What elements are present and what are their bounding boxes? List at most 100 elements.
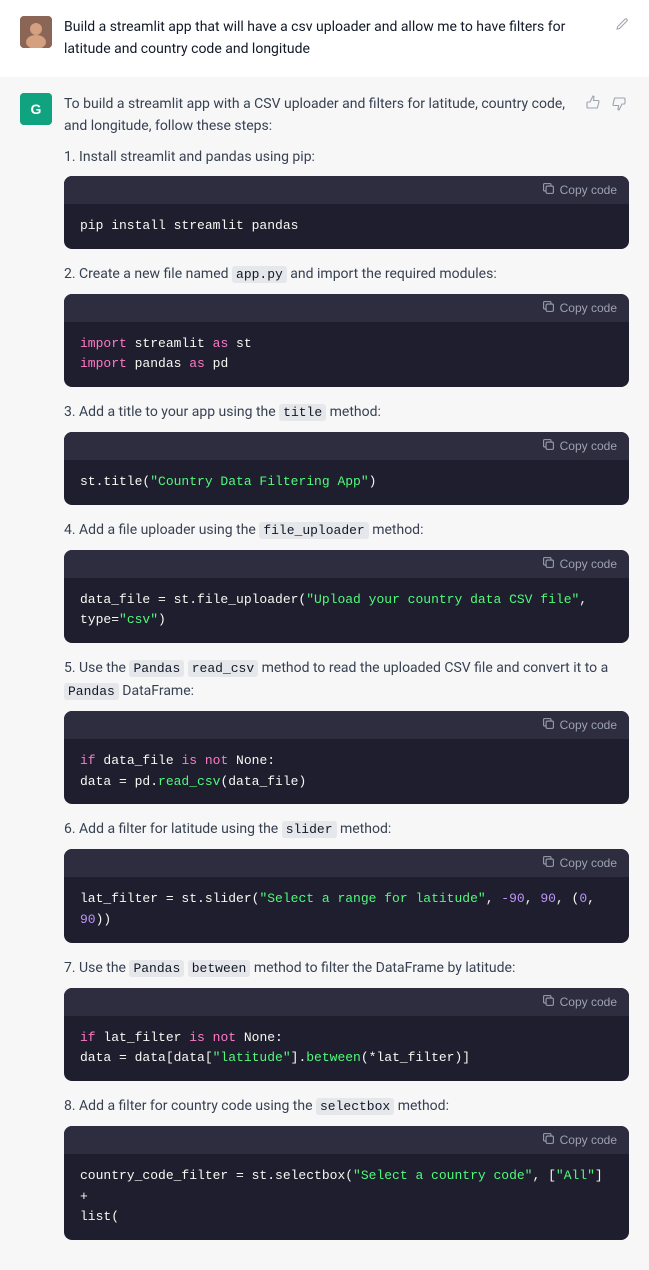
step-8: 8. Add a filter for country code using t… [64, 1095, 629, 1240]
copy-label-4: Copy code [560, 557, 617, 571]
step-5-inline-code-1: Pandas [129, 660, 184, 677]
code-header-6: Copy code [64, 849, 629, 877]
step-4-text: 4. Add a file uploader using the file_up… [64, 519, 629, 542]
code-header-4: Copy code [64, 550, 629, 578]
code-header-2: Copy code [64, 294, 629, 322]
copy-label-8: Copy code [560, 1133, 617, 1147]
code-block-7: Copy code if lat_filter is not None: dat… [64, 988, 629, 1082]
code-block-2: Copy code import streamlit as st import … [64, 294, 629, 388]
step-8-inline-code: selectbox [316, 1098, 394, 1115]
step-5-desc-after: method to read the uploaded CSV file and… [258, 660, 608, 676]
step-3-desc-after: method: [326, 404, 381, 420]
step-5-inline-code-2: read_csv [188, 660, 258, 677]
step-1-desc: Install streamlit and pandas using pip: [79, 149, 315, 165]
code-body-6: lat_filter = st.slider("Select a range f… [64, 877, 629, 943]
step-2-inline-code: app.py [232, 266, 287, 283]
thumbs-down-button[interactable] [609, 93, 629, 117]
step-8-number: 8. [64, 1098, 79, 1114]
code-body-5: if data_file is not None: data = pd.read… [64, 739, 629, 805]
thumbs-up-button[interactable] [583, 93, 603, 117]
assistant-message-actions [583, 93, 629, 117]
copy-icon-4 [542, 556, 555, 572]
step-2: 2. Create a new file named app.py and im… [64, 263, 629, 387]
copy-button-8[interactable]: Copy code [542, 1132, 617, 1148]
copy-icon-3 [542, 438, 555, 454]
user-message: Build a streamlit app that will have a c… [0, 0, 649, 77]
copy-icon-6 [542, 855, 555, 871]
copy-label-1: Copy code [560, 183, 617, 197]
copy-icon-1 [542, 182, 555, 198]
copy-button-4[interactable]: Copy code [542, 556, 617, 572]
code-header-8: Copy code [64, 1126, 629, 1154]
step-5-desc-end: DataFrame: [119, 683, 194, 699]
code-body-3: st.title("Country Data Filtering App") [64, 460, 629, 505]
step-6-text: 6. Add a filter for latitude using the s… [64, 818, 629, 841]
code-body-8: country_code_filter = st.selectbox("Sele… [64, 1154, 629, 1240]
step-7-desc-after: method to filter the DataFrame by latitu… [250, 960, 515, 976]
step-1: 1. Install streamlit and pandas using pi… [64, 146, 629, 249]
copy-icon-2 [542, 300, 555, 316]
user-message-content: Build a streamlit app that will have a c… [64, 16, 629, 61]
edit-icon[interactable] [615, 16, 629, 38]
copy-label-3: Copy code [560, 439, 617, 453]
copy-label-7: Copy code [560, 995, 617, 1009]
step-2-desc-after: and import the required modules: [287, 266, 497, 282]
step-2-desc-before: Create a new file named [79, 266, 232, 282]
code-header-5: Copy code [64, 711, 629, 739]
copy-label-2: Copy code [560, 301, 617, 315]
step-7-text: 7. Use the Pandas between method to filt… [64, 957, 629, 980]
chat-container: Build a streamlit app that will have a c… [0, 0, 649, 1270]
step-7-inline-code-2: between [188, 960, 251, 977]
copy-icon-7 [542, 994, 555, 1010]
steps-list: 1. Install streamlit and pandas using pi… [64, 146, 629, 1241]
code-header-1: Copy code [64, 176, 629, 204]
code-block-6: Copy code lat_filter = st.slider("Select… [64, 849, 629, 943]
step-4-number: 4. [64, 522, 79, 538]
step-5-text: 5. Use the Pandas read_csv method to rea… [64, 657, 629, 703]
copy-button-6[interactable]: Copy code [542, 855, 617, 871]
code-body-4: data_file = st.file_uploader("Upload you… [64, 578, 629, 644]
code-line-1: pip install streamlit pandas [80, 218, 298, 233]
user-avatar [20, 16, 52, 48]
step-8-desc-before: Add a filter for country code using the [79, 1098, 316, 1114]
code-body-7: if lat_filter is not None: data = data[d… [64, 1016, 629, 1082]
copy-button-3[interactable]: Copy code [542, 438, 617, 454]
code-block-1: Copy code pip install streamlit pandas [64, 176, 629, 249]
step-2-text: 2. Create a new file named app.py and im… [64, 263, 629, 286]
user-message-actions [615, 16, 629, 38]
step-5-number: 5. [64, 660, 79, 676]
step-1-text: 1. Install streamlit and pandas using pi… [64, 146, 629, 168]
code-block-4: Copy code data_file = st.file_uploader("… [64, 550, 629, 644]
copy-button-7[interactable]: Copy code [542, 994, 617, 1010]
assistant-message: G To build a streamlit app with a CSV up… [0, 77, 649, 1270]
step-4-desc-before: Add a file uploader using the [79, 522, 259, 538]
step-4: 4. Add a file uploader using the file_up… [64, 519, 629, 643]
assistant-message-content: To build a streamlit app with a CSV uplo… [64, 93, 629, 1255]
copy-label-6: Copy code [560, 856, 617, 870]
copy-label-5: Copy code [560, 718, 617, 732]
step-3-number: 3. [64, 404, 79, 420]
step-5-desc-before: Use the [79, 660, 129, 676]
code-header-3: Copy code [64, 432, 629, 460]
step-7-desc-before: Use the [79, 960, 129, 976]
step-6-number: 6. [64, 821, 79, 837]
step-2-number: 2. [64, 266, 79, 282]
code-block-8: Copy code country_code_filter = st.selec… [64, 1126, 629, 1240]
step-6: 6. Add a filter for latitude using the s… [64, 818, 629, 942]
copy-button-2[interactable]: Copy code [542, 300, 617, 316]
step-8-text: 8. Add a filter for country code using t… [64, 1095, 629, 1118]
svg-text:G: G [31, 101, 42, 117]
step-1-number: 1. [64, 149, 79, 165]
step-5-inline-code-3: Pandas [64, 683, 119, 700]
code-block-3: Copy code st.title("Country Data Filteri… [64, 432, 629, 505]
assistant-intro: To build a streamlit app with a CSV uplo… [64, 93, 583, 138]
copy-button-1[interactable]: Copy code [542, 182, 617, 198]
step-3-desc-before: Add a title to your app using the [79, 404, 279, 420]
copy-button-5[interactable]: Copy code [542, 717, 617, 733]
copy-icon-8 [542, 1132, 555, 1148]
step-7-number: 7. [64, 960, 79, 976]
assistant-avatar: G [20, 93, 52, 125]
step-7-inline-code-1: Pandas [129, 960, 184, 977]
copy-icon-5 [542, 717, 555, 733]
code-header-7: Copy code [64, 988, 629, 1016]
